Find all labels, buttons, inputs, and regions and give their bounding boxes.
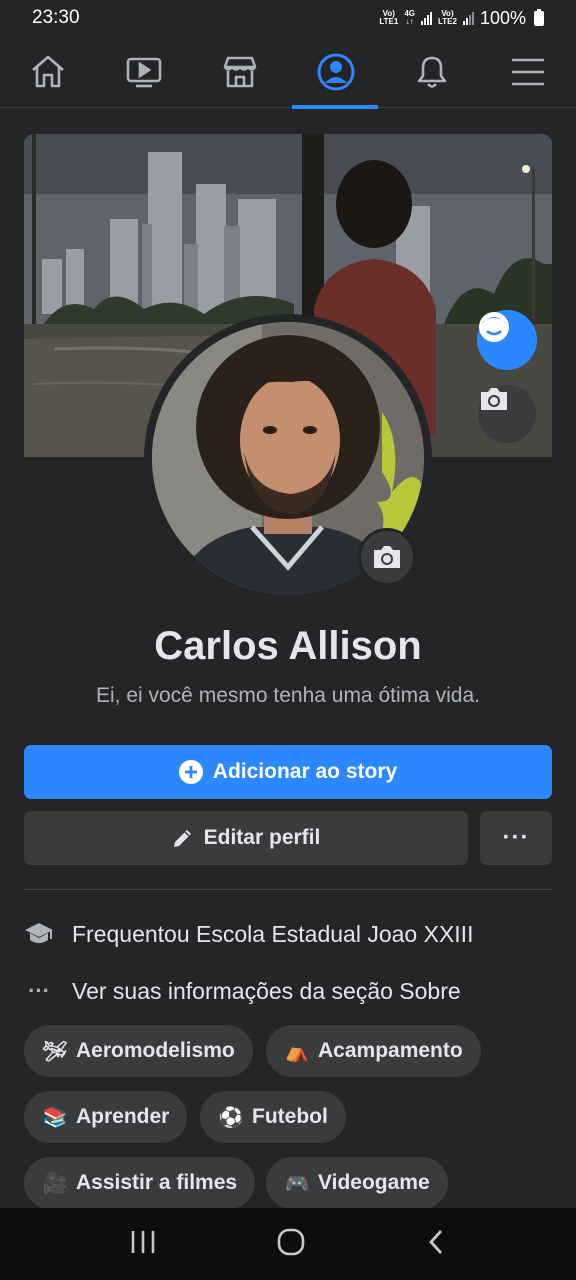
more-options-button[interactable]: ··· (480, 811, 552, 865)
hobby-chip[interactable]: ⛺ Acampamento (266, 1025, 481, 1077)
system-nav-bar (0, 1208, 576, 1280)
status-bar: 23:30 Vo) LTE1 4G ↓↑ Vo) LTE2 100% (0, 0, 576, 36)
see-about-text: Ver suas informações da seção Sobre (72, 977, 461, 1004)
sim2-label-bottom: LTE2 (437, 17, 457, 26)
home-icon (32, 55, 64, 87)
tab-home[interactable] (0, 36, 96, 108)
hobby-label: Assistir a filmes (76, 1171, 238, 1194)
books-icon: 📚 (42, 1105, 68, 1129)
top-nav (0, 36, 576, 109)
hobby-chip[interactable]: ⚽ Futebol (200, 1091, 346, 1143)
edit-profile-label: Editar perfil (203, 826, 321, 849)
pencil-icon (173, 830, 191, 847)
sim2-label: Vo) LTE2 (438, 10, 457, 26)
avatar-face-icon (479, 312, 509, 342)
edit-profile-button[interactable]: Editar perfil (24, 811, 468, 865)
tab-marketplace[interactable] (192, 36, 288, 108)
sim1-label: Vo) LTE1 (379, 10, 398, 26)
back-icon (428, 1229, 442, 1254)
movie-camera-icon: 🎥 (42, 1171, 68, 1195)
home-button[interactable] (275, 1226, 307, 1263)
back-button[interactable] (424, 1227, 448, 1262)
signal-1-icon (420, 11, 432, 25)
battery-icon (534, 8, 544, 26)
network-type-bottom: ↓↑ (405, 17, 414, 26)
hobby-label: Aprender (76, 1105, 170, 1128)
hobby-label: Acampamento (318, 1039, 463, 1062)
marketplace-icon (223, 56, 257, 87)
see-about-row[interactable]: ··· Ver suas informações da seção Sobre (24, 971, 552, 1011)
profile-camera-button[interactable] (358, 528, 416, 586)
avatar-edit-button[interactable] (477, 310, 537, 370)
hobby-label: Futebol (252, 1105, 328, 1128)
signal-2-icon (462, 11, 474, 25)
menu-icon (512, 58, 544, 85)
hobby-label: Aeromodelismo (76, 1039, 235, 1062)
network-type-label: 4G ↓↑ (404, 10, 415, 26)
tab-watch[interactable] (96, 36, 192, 108)
more-dots-icon: ··· (24, 978, 54, 1004)
profile-bio: Ei, ei você mesmo tenha uma ótima vida. (95, 684, 480, 707)
status-indicators: Vo) LTE1 4G ↓↑ Vo) LTE2 100% (379, 8, 544, 29)
add-to-story-button[interactable]: Adicionar ao story (24, 745, 552, 799)
hobby-chip[interactable]: 📚 Aprender (24, 1091, 188, 1143)
tab-profile[interactable] (288, 36, 384, 109)
graduation-cap-icon (24, 921, 54, 947)
more-dots-glyph: ··· (28, 978, 50, 1003)
gamepad-icon: 🎮 (284, 1171, 310, 1195)
hobby-label: Videogame (318, 1171, 430, 1194)
hobby-chip[interactable]: 🛩 Aeromodelismo (24, 1025, 253, 1077)
airplane-icon: 🛩 (42, 1039, 68, 1063)
camera-icon (481, 388, 507, 410)
section-divider (24, 889, 552, 890)
tab-menu[interactable] (480, 36, 576, 108)
tent-icon: ⛺ (284, 1039, 310, 1063)
bell-icon (417, 56, 447, 88)
status-time: 23:30 (32, 7, 80, 28)
plus-circle-icon (178, 760, 203, 784)
hobby-chip[interactable]: 🎥 Assistir a filmes (24, 1157, 256, 1209)
add-to-story-label: Adicionar ao story (212, 760, 398, 783)
sim1-label-bottom: LTE1 (379, 17, 399, 26)
education-text: Frequentou Escola Estadual Joao XXIII (72, 920, 474, 947)
hobby-chip[interactable]: 🎮 Videogame (266, 1157, 448, 1209)
video-icon (126, 57, 162, 87)
tab-notifications[interactable] (384, 36, 480, 108)
profile-name: Carlos Allison (154, 624, 422, 668)
home-circle-icon (277, 1228, 305, 1255)
recent-apps-button[interactable] (128, 1228, 158, 1261)
more-options-icon: ··· (502, 824, 530, 851)
recent-apps-icon (132, 1230, 155, 1253)
battery-level: 100% (479, 7, 526, 28)
profile-icon (317, 53, 355, 90)
education-row[interactable]: Frequentou Escola Estadual Joao XXIII (24, 914, 552, 954)
cover-camera-button[interactable] (478, 385, 536, 443)
camera-icon (374, 546, 400, 568)
soccer-ball-icon: ⚽ (218, 1105, 244, 1129)
